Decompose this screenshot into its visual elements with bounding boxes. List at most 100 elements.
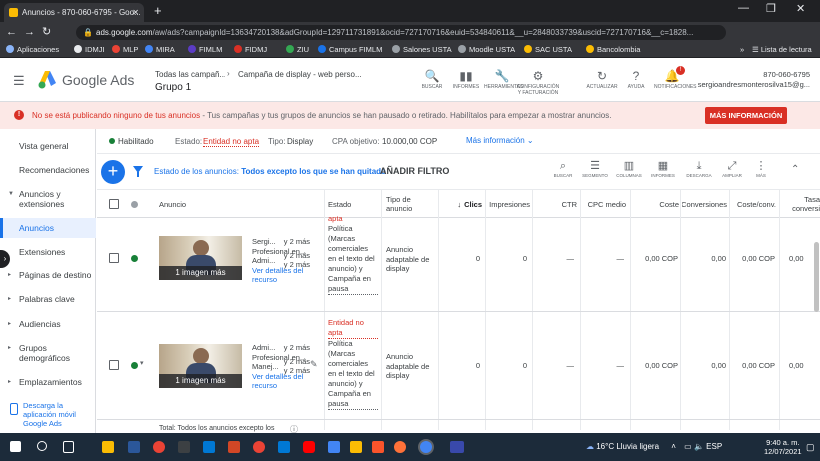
app-icon[interactable]	[153, 441, 165, 453]
bookmark-item[interactable]: Salones USTA	[392, 42, 452, 58]
bookmark-item[interactable]: Moodle USTA	[458, 42, 515, 58]
app-icon[interactable]	[350, 441, 362, 453]
search-tool[interactable]: ⌕ BUSCAR	[548, 159, 578, 178]
bookmark-item[interactable]: Aplicaciones	[6, 42, 59, 58]
app-icon[interactable]	[253, 441, 265, 453]
word-icon[interactable]	[128, 441, 140, 453]
column-cost-per-conv[interactable]: Coste/conv.	[731, 190, 776, 218]
app-icon[interactable]	[450, 441, 464, 453]
column-cost[interactable]: Coste	[632, 190, 679, 218]
sidebar-item-audiences[interactable]: ▸ Audiencias	[0, 319, 96, 329]
column-conversions[interactable]: Conversiones	[682, 190, 727, 218]
app-icon[interactable]	[203, 441, 215, 453]
search-icon[interactable]	[37, 441, 47, 451]
reports-tool[interactable]: ▦ INFORMES	[648, 159, 678, 178]
app-icon[interactable]	[178, 441, 190, 453]
expand-tool[interactable]: ⤢ AMPLIAR	[717, 159, 747, 178]
column-clicks[interactable]: ↓ Clics	[442, 190, 482, 218]
sidebar-item-landing-pages[interactable]: ▸ Páginas de destino	[0, 270, 96, 280]
file-explorer-icon[interactable]	[102, 441, 114, 453]
firefox-icon[interactable]	[394, 441, 406, 453]
column-conv-rate[interactable]: Tasa conversi	[781, 190, 820, 218]
column-cpc[interactable]: CPC medio	[582, 190, 626, 218]
segment-tool[interactable]: ☰ SEGMENTO	[580, 159, 610, 178]
reload-icon[interactable]: ↻	[42, 26, 58, 38]
ad-image-thumbnail[interactable]: 1 imagen más	[159, 236, 242, 280]
select-all-checkbox[interactable]	[109, 199, 119, 209]
download-tool[interactable]: ⤓ DESCARGA	[684, 159, 714, 178]
chrome-icon[interactable]	[420, 441, 432, 453]
notifications-icon[interactable]: ▢	[806, 442, 815, 453]
app-icon[interactable]	[328, 441, 340, 453]
browser-tab[interactable]: Anuncios - 870-060-6795 - Goo... ✕	[4, 3, 144, 22]
bookmark-item[interactable]: ZIU	[286, 42, 309, 58]
ad-state[interactable]: apta Política (Marcas comerciales en el …	[328, 214, 378, 295]
account-info[interactable]: 870-060-6795 sergioandresmonterosilva15@…	[698, 70, 810, 90]
help-icon[interactable]: ⓘ	[290, 424, 298, 433]
close-window-button[interactable]: ✕	[796, 2, 805, 15]
edit-pencil-icon[interactable]: ✎	[310, 359, 318, 370]
ad-state[interactable]: Entidad no apta Política (Marcas comerci…	[328, 318, 378, 410]
column-ctr[interactable]: CTR	[534, 190, 577, 218]
youtube-icon[interactable]	[303, 441, 315, 453]
back-icon[interactable]: ←	[6, 26, 24, 38]
bookmark-item[interactable]: MIRA	[145, 42, 175, 58]
vertical-scrollbar[interactable]	[814, 242, 819, 312]
system-tray[interactable]: ☁ 16°C Lluvia ligera ˄ ▭ 🔈 ESP	[586, 442, 722, 451]
more-bookmarks-icon[interactable]: »	[740, 42, 744, 58]
header-tool-help[interactable]: ? AYUDA	[618, 68, 654, 90]
sidebar-item-demographics[interactable]: ▸ Grupos demográficos	[0, 343, 80, 363]
download-app-link[interactable]: Descarga la aplicación móvil Google Ads	[6, 401, 92, 433]
bookmark-item[interactable]: SAC USTA	[524, 42, 572, 58]
add-filter-button[interactable]: AÑADIR FILTRO	[380, 166, 449, 176]
header-tool-refresh[interactable]: ↻ ACTUALIZAR	[584, 68, 620, 90]
maximize-button[interactable]: ❐	[766, 2, 776, 15]
header-tool-bell[interactable]: 🔔 NOTIFICACIONES	[654, 68, 697, 90]
row-checkbox[interactable]	[109, 253, 119, 263]
sidebar-item-recommendations[interactable]: Recomendaciones	[0, 165, 96, 175]
column-impressions[interactable]: Impresiones	[487, 190, 530, 218]
brave-icon[interactable]	[372, 441, 384, 453]
header-tool-gear[interactable]: ⚙ CONFIGURACIÓN Y FACTURACIÓN	[516, 68, 560, 96]
more-info-link[interactable]: Más información ⌄	[466, 136, 534, 145]
hamburger-menu-icon[interactable]: ☰	[13, 73, 25, 89]
active-filter[interactable]: Estado de los anuncios: Todos excepto lo…	[154, 167, 386, 176]
add-ad-button[interactable]: +	[101, 160, 125, 184]
forward-icon[interactable]: →	[24, 26, 42, 38]
bookmark-item[interactable]: MLP	[112, 42, 138, 58]
minimize-button[interactable]: —	[738, 2, 749, 14]
bookmark-item[interactable]: FIMLM	[188, 42, 222, 58]
sidebar-item-extensions[interactable]: Extensiones	[0, 247, 96, 257]
state-value[interactable]: Entidad no apta	[203, 137, 260, 147]
bookmark-item[interactable]: Campus FIMLM	[318, 42, 382, 58]
new-tab-button[interactable]: +	[154, 3, 162, 18]
more-tool[interactable]: ⋮ MÁS	[746, 159, 776, 178]
sidebar-item-placements[interactable]: ▸ Emplazamientos	[0, 377, 96, 387]
header-tool-wrench[interactable]: 🔧 HERRAMIENTAS	[484, 68, 523, 90]
tab-close-icon[interactable]: ✕	[132, 3, 139, 22]
row-checkbox[interactable]	[109, 360, 119, 370]
sidebar-item-overview[interactable]: Vista general	[0, 141, 96, 151]
bookmark-item[interactable]: IDMJI	[74, 42, 105, 58]
table-row[interactable]: ▾ 1 imagen más Admi... Profesional en...…	[97, 312, 820, 420]
task-view-icon[interactable]	[63, 441, 74, 453]
sidebar-item-ads[interactable]: Anuncios	[0, 218, 96, 238]
sidebar-item-ads-extensions[interactable]: ▼ Anuncios y extensiones	[0, 189, 80, 209]
column-ad[interactable]: Anuncio	[159, 190, 299, 218]
collapse-icon[interactable]: ⌃	[791, 164, 799, 175]
url-field[interactable]: 🔒 ads.google.com/aw/ads?campaignId=13634…	[76, 25, 726, 40]
breadcrumb-campaigns[interactable]: Todas las campañ...	[155, 70, 225, 79]
enabled-status[interactable]: Habilitado	[118, 137, 154, 146]
ad-group-title[interactable]: Grupo 1	[155, 82, 191, 93]
bookmark-item[interactable]: Bancolombia	[586, 42, 640, 58]
header-tool-reports[interactable]: ▮▮ INFORMES	[448, 68, 484, 90]
more-info-button[interactable]: MÁS INFORMACIÓN	[705, 107, 787, 124]
sidebar-item-keywords[interactable]: ▸ Palabras clave	[0, 294, 96, 304]
reading-list[interactable]: ☰ Lista de lectura	[752, 42, 812, 58]
header-tool-search[interactable]: 🔍 BUSCAR	[414, 68, 450, 90]
columns-tool[interactable]: ▥ COLUMNAS	[614, 159, 644, 178]
bookmark-item[interactable]: FIDMJ	[234, 42, 267, 58]
ad-image-thumbnail[interactable]: 1 imagen más	[159, 344, 242, 388]
table-row[interactable]: 1 imagen más Sergi... Profesional en... …	[97, 214, 820, 312]
breadcrumb-campaign[interactable]: Campaña de display - web perso...	[238, 70, 362, 79]
